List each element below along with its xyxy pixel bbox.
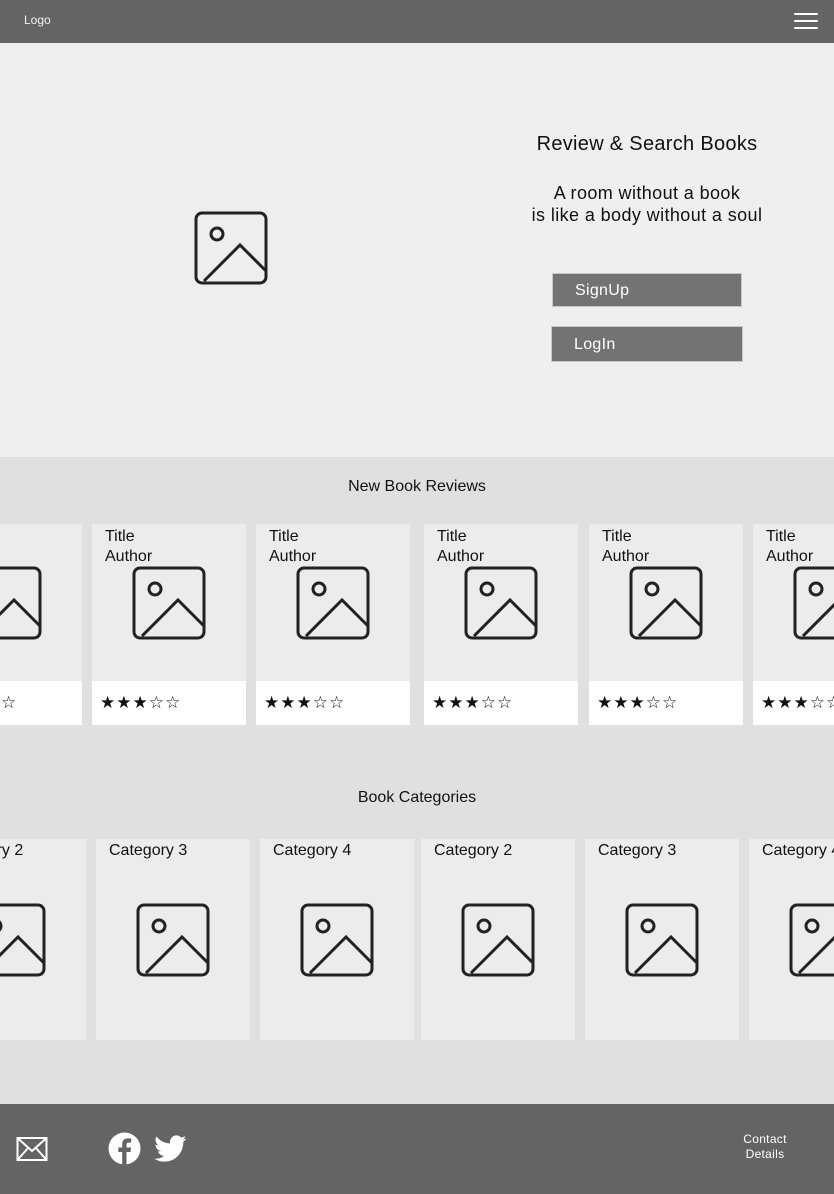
header-bar: Logo [0, 0, 834, 43]
category-card[interactable]: Category 3 [585, 839, 739, 1040]
star-empty-icon: ☆ [312, 693, 329, 712]
star-empty-icon: ☆ [497, 693, 514, 712]
star-empty-icon: ☆ [662, 693, 679, 712]
star-rating: ★★★☆☆ [0, 681, 82, 725]
image-placeholder-icon [0, 903, 46, 977]
category-card[interactable]: Category 4 [749, 839, 834, 1040]
book-author: Author [105, 548, 153, 565]
image-placeholder-icon [136, 903, 210, 977]
category-label: Category 3 [109, 842, 188, 859]
star-filled-icon: ★ [597, 693, 614, 712]
logo[interactable]: Logo [24, 13, 51, 27]
star-filled-icon: ★ [613, 693, 630, 712]
signup-button[interactable]: SignUp [552, 273, 742, 307]
book-title: Title [269, 528, 299, 545]
categories-carousel[interactable]: Category 2 Category 3 Category 4 Categor… [0, 839, 834, 1040]
contact-details-link[interactable]: Contact Details [730, 1132, 800, 1162]
image-placeholder-icon [793, 566, 834, 640]
mail-icon[interactable] [16, 1135, 48, 1163]
star-filled-icon: ★ [264, 693, 281, 712]
category-card[interactable]: Category 3 [96, 839, 250, 1040]
category-card[interactable]: Category 4 [260, 839, 414, 1040]
image-placeholder-icon [461, 903, 535, 977]
hero-quote: A room without a book is like a body wit… [497, 182, 797, 226]
star-filled-icon: ★ [761, 693, 778, 712]
book-review-card[interactable]: TitleAuthor ★★★☆☆ [589, 524, 743, 725]
contact-line-2: Details [745, 1147, 785, 1161]
book-title: Title [602, 528, 632, 545]
category-label: Category 3 [598, 842, 677, 859]
star-filled-icon: ★ [448, 693, 465, 712]
book-review-card[interactable]: TitleAuthor ★★★☆☆ [256, 524, 410, 725]
category-card[interactable]: Category 2 [421, 839, 575, 1040]
star-empty-icon: ☆ [809, 693, 826, 712]
star-filled-icon: ★ [777, 693, 794, 712]
reviews-heading: New Book Reviews [348, 478, 486, 495]
star-empty-icon: ☆ [1, 693, 18, 712]
contact-line-1: Contact [743, 1132, 787, 1146]
login-button[interactable]: LogIn [551, 326, 743, 362]
star-empty-icon: ☆ [826, 693, 834, 712]
book-review-card[interactable]: TitleAuthor ★★★☆☆ [753, 524, 834, 725]
hero-image [44, 77, 418, 421]
star-filled-icon: ★ [629, 693, 646, 712]
hamburger-menu-icon[interactable] [792, 10, 820, 32]
image-placeholder-icon [296, 566, 370, 640]
book-author: Author [766, 548, 814, 565]
image-placeholder-icon [300, 903, 374, 977]
categories-heading: Book Categories [357, 789, 477, 806]
star-rating: ★★★☆☆ [424, 681, 578, 725]
star-filled-icon: ★ [793, 693, 810, 712]
star-rating: ★★★☆☆ [589, 681, 743, 725]
star-empty-icon: ☆ [165, 693, 182, 712]
star-filled-icon: ★ [116, 693, 133, 712]
facebook-icon[interactable] [108, 1132, 141, 1165]
image-placeholder-icon [625, 903, 699, 977]
star-rating: ★★★☆☆ [753, 681, 834, 725]
category-label: Category 4 [762, 842, 834, 859]
star-filled-icon: ★ [132, 693, 149, 712]
image-placeholder-icon [629, 566, 703, 640]
reviews-carousel[interactable]: ★★★☆☆TitleAuthor ★★★☆☆TitleAuthor ★★★☆☆T… [0, 524, 834, 725]
star-filled-icon: ★ [100, 693, 117, 712]
star-rating: ★★★☆☆ [256, 681, 410, 725]
star-filled-icon: ★ [464, 693, 481, 712]
category-card[interactable]: Category 2 [0, 839, 86, 1040]
category-label: Category 4 [273, 842, 352, 859]
star-empty-icon: ☆ [645, 693, 662, 712]
quote-line-2: is like a body without a soul [531, 205, 763, 225]
twitter-icon[interactable] [154, 1134, 187, 1164]
category-label: Category 2 [0, 842, 24, 859]
star-empty-icon: ☆ [480, 693, 497, 712]
image-placeholder-icon [132, 566, 206, 640]
hero-section: Review & Search Books A room without a b… [0, 43, 834, 457]
category-label: Category 2 [434, 842, 513, 859]
book-review-card[interactable]: ★★★☆☆ [0, 524, 82, 725]
hero-title: Review & Search Books [536, 133, 758, 155]
book-author: Author [269, 548, 317, 565]
star-empty-icon: ☆ [148, 693, 165, 712]
book-title: Title [766, 528, 796, 545]
image-placeholder-icon [194, 211, 268, 285]
star-filled-icon: ★ [280, 693, 297, 712]
book-author: Author [602, 548, 650, 565]
book-review-card[interactable]: TitleAuthor ★★★☆☆ [92, 524, 246, 725]
star-filled-icon: ★ [296, 693, 313, 712]
quote-line-1: A room without a book [553, 183, 741, 203]
book-title: Title [105, 528, 135, 545]
image-placeholder-icon [789, 903, 834, 977]
image-placeholder-icon [464, 566, 538, 640]
star-rating: ★★★☆☆ [92, 681, 246, 725]
star-empty-icon: ☆ [329, 693, 346, 712]
book-title: Title [437, 528, 467, 545]
footer: Contact Details [0, 1104, 834, 1194]
book-review-card[interactable]: TitleAuthor ★★★☆☆ [424, 524, 578, 725]
star-filled-icon: ★ [432, 693, 449, 712]
book-author: Author [437, 548, 485, 565]
image-placeholder-icon [0, 566, 42, 640]
